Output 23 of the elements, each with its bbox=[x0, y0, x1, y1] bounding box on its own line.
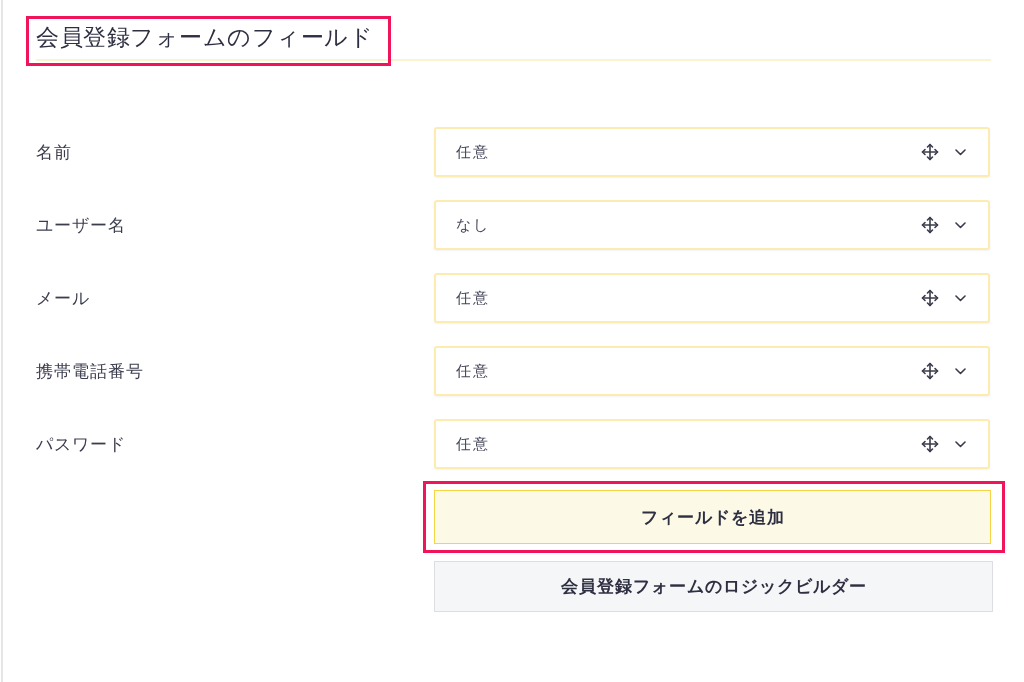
field-label: ユーザー名 bbox=[36, 213, 126, 237]
action-button[interactable]: 会員登録フォームのロジックビルダー bbox=[434, 561, 993, 612]
move-icon[interactable] bbox=[921, 216, 939, 234]
dropdown-field[interactable]: なし bbox=[434, 200, 990, 250]
chevron-down-icon[interactable] bbox=[955, 367, 966, 375]
chevron-down-icon[interactable] bbox=[955, 148, 966, 156]
dropdown-field[interactable]: 任意 bbox=[434, 419, 990, 469]
field-label: 名前 bbox=[36, 140, 72, 164]
dropdown-field[interactable]: 任意 bbox=[434, 346, 990, 396]
field-label: 携帯電話番号 bbox=[36, 359, 144, 383]
field-label: メール bbox=[36, 286, 90, 310]
chevron-down-icon[interactable] bbox=[955, 221, 966, 229]
dropdown-field[interactable]: 任意 bbox=[434, 127, 990, 177]
move-icon[interactable] bbox=[921, 362, 939, 380]
chevron-down-icon[interactable] bbox=[955, 440, 966, 448]
field-label: パスワード bbox=[36, 432, 126, 456]
action-button[interactable]: フィールドを追加 bbox=[434, 490, 991, 544]
move-icon[interactable] bbox=[921, 143, 939, 161]
move-icon[interactable] bbox=[921, 435, 939, 453]
move-icon[interactable] bbox=[921, 289, 939, 307]
dropdown-field[interactable]: 任意 bbox=[434, 273, 990, 323]
chevron-down-icon[interactable] bbox=[955, 294, 966, 302]
section-title: 会員登録フォームのフィールド bbox=[36, 23, 373, 52]
